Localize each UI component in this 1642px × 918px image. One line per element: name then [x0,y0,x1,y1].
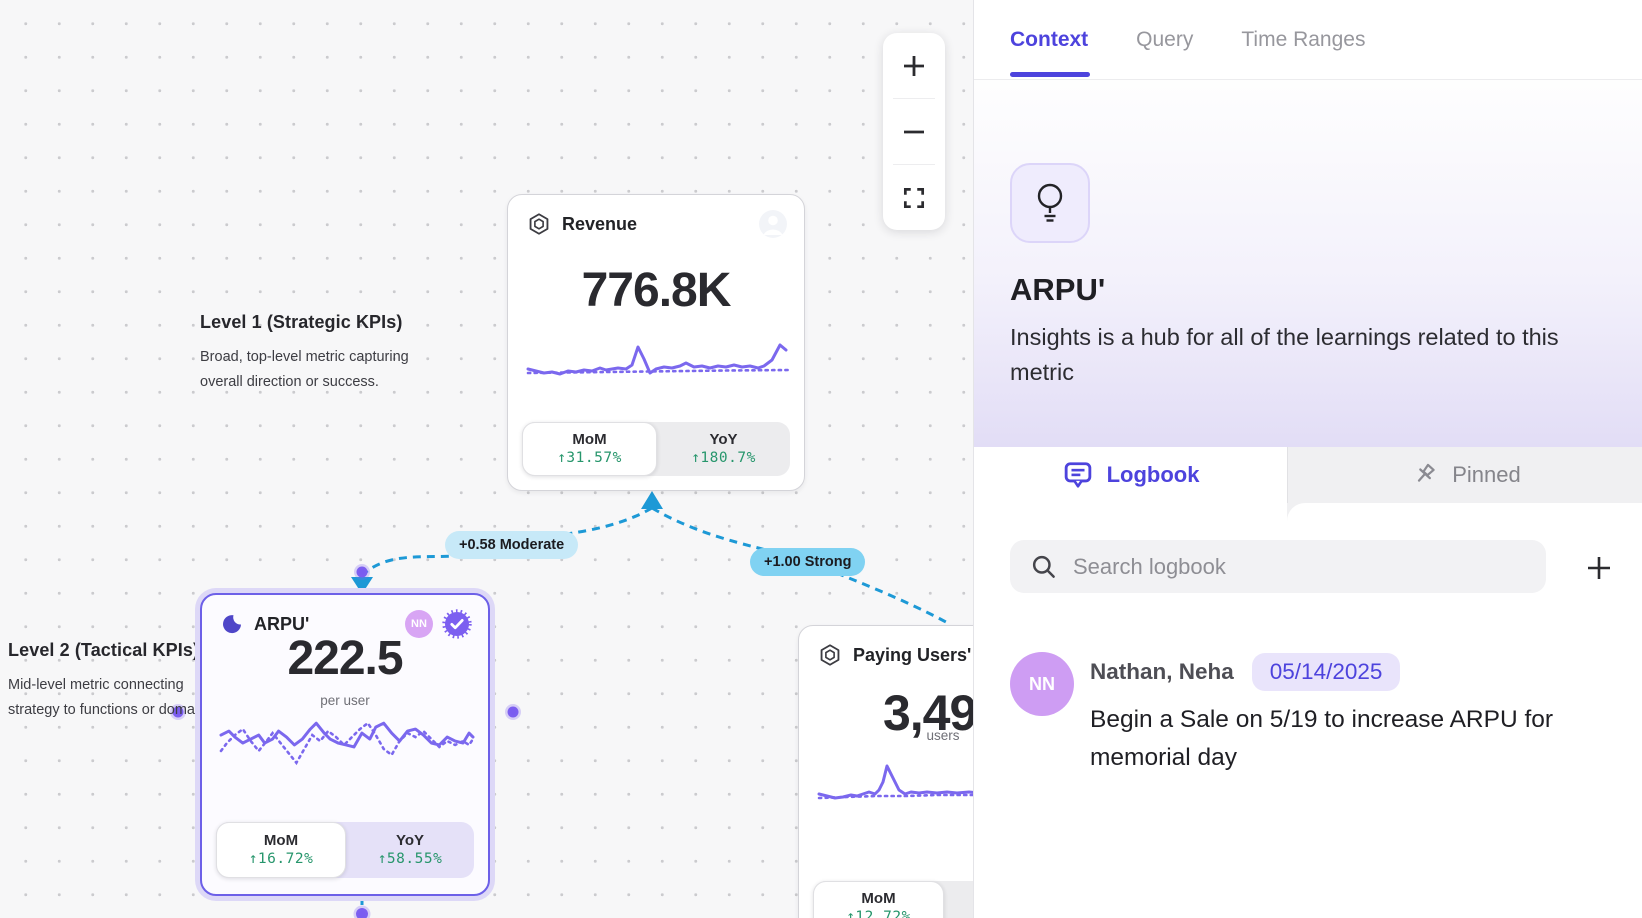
fullscreen-icon [901,185,927,211]
mom-label: MoM [264,832,298,850]
search-icon [1030,553,1057,580]
sparkline-chart [219,707,475,781]
entry-date-badge: 05/14/2025 [1252,653,1401,691]
active-tab-indicator [1010,72,1090,77]
insights-description: Insights is a hub for all of the learnin… [1010,320,1588,390]
period-toggle: MoM ↑31.57% YoY ↑180.7% [522,422,790,476]
metric-value: 222.5 [202,631,488,686]
mom-toggle-button[interactable]: MoM ↑12.72% [813,881,944,918]
period-toggle: MoM ↑16.72% YoY ↑58.55% [216,822,474,878]
yoy-toggle-button[interactable]: YoY ↑180.7% [657,422,790,476]
metric-unit: per user [202,693,488,708]
entry-author: Nathan, Neha [1090,659,1234,685]
plus-icon [901,53,927,79]
minus-icon [901,119,927,145]
annotation-title: Level 2 (Tactical KPIs) [8,640,218,661]
connection-handle[interactable] [356,908,368,918]
metric-tree-canvas[interactable]: Level 1 (Strategic KPIs) Broad, top-leve… [0,0,973,918]
yoy-value: ↑180.7% [691,449,756,468]
tab-logbook-label: Logbook [1107,462,1200,488]
pushpin-icon [1409,460,1439,490]
fit-view-button[interactable] [883,165,945,230]
metric-card-revenue[interactable]: Revenue 776.8K MoM ↑31.57% [507,194,805,491]
metric-detail-panel: Context Query Time Ranges ARPU' Insights… [973,0,1642,918]
mom-toggle-button[interactable]: MoM ↑16.72% [216,822,346,878]
logbook-comment-icon [1062,459,1094,491]
panel-tabbar: Context Query Time Ranges [974,0,1642,80]
zoom-in-button[interactable] [883,33,945,98]
yoy-toggle-button[interactable] [944,881,973,918]
tab-logbook[interactable]: Logbook [974,447,1287,503]
tab-time-ranges[interactable]: Time Ranges [1241,28,1365,52]
period-toggle: MoM ↑12.72% [813,881,973,918]
sparkline-chart [816,754,973,814]
tab-pinned-label: Pinned [1452,462,1521,488]
canvas-zoom-controls [883,33,945,230]
sparkline-chart [525,335,789,393]
logbook-search[interactable] [1010,540,1546,593]
yoy-label: YoY [709,431,737,449]
insights-icon-tile [1010,163,1090,243]
metric-card-title: Revenue [562,214,637,235]
app-window: Level 1 (Strategic KPIs) Broad, top-leve… [0,0,1642,918]
annotation-text: Broad, top-level metric capturing [200,347,409,368]
metric-context-header: ARPU' Insights is a hub for all of the l… [974,80,1642,447]
mom-value: ↑31.57% [557,449,622,468]
metric-name-title: ARPU' [1010,272,1105,308]
mom-toggle-button[interactable]: MoM ↑31.57% [522,422,657,476]
annotation-level-1: Level 1 (Strategic KPIs) Broad, top-leve… [200,312,409,393]
annotation-text: overall direction or success. [200,372,409,393]
lightbulb-icon [1028,180,1072,226]
metric-unit: users [799,728,973,743]
metric-card-paying-users[interactable]: Paying Users' 3,491 users MoM ↑12.72% [798,625,973,918]
arrowhead-up-icon [641,491,663,509]
search-input[interactable] [1073,554,1526,580]
connection-handle[interactable] [508,707,519,718]
yoy-toggle-button[interactable]: YoY ↑58.55% [346,822,474,878]
edge-label-moderate[interactable]: +0.58 Moderate [445,531,578,559]
metric-card-arpu[interactable]: ARPU' NN 222.5 per user MoM [200,593,490,896]
yoy-label: YoY [396,832,424,850]
annotation-text: Mid-level metric connecting [8,675,218,696]
hexagon-icon [817,642,843,668]
annotation-level-2: Level 2 (Tactical KPIs) Mid-level metric… [8,640,218,721]
yoy-value: ↑58.55% [378,850,443,869]
log-entry[interactable]: NN Nathan, Neha 05/14/2025 Begin a Sale … [1010,652,1612,777]
add-log-entry-button[interactable] [1582,551,1616,585]
logbook-pinned-tabs: Logbook Pinned [974,447,1642,503]
tab-query[interactable]: Query [1136,28,1193,52]
content-rounded-corner [1287,503,1642,530]
hexagon-icon [526,211,552,237]
connection-handle[interactable] [357,567,368,578]
mom-value: ↑12.72% [846,908,911,918]
ghost-avatar-icon [758,209,788,239]
edge-label-strong[interactable]: +1.00 Strong [750,548,865,576]
zoom-out-button[interactable] [883,99,945,164]
metric-card-title: Paying Users' [853,645,971,666]
annotation-title: Level 1 (Strategic KPIs) [200,312,409,333]
annotation-text: strategy to functions or domains. [8,700,218,721]
logbook-search-row [1010,540,1642,593]
entry-message: Begin a Sale on 5/19 to increase ARPU fo… [1090,701,1582,777]
author-avatar: NN [1010,652,1074,716]
metric-value: 776.8K [508,263,804,318]
plus-icon [1584,553,1614,583]
mom-label: MoM [861,890,895,908]
tab-context[interactable]: Context [1010,28,1088,52]
tab-pinned[interactable]: Pinned [1287,447,1642,503]
mom-value: ↑16.72% [249,850,314,869]
mom-label: MoM [572,431,606,449]
